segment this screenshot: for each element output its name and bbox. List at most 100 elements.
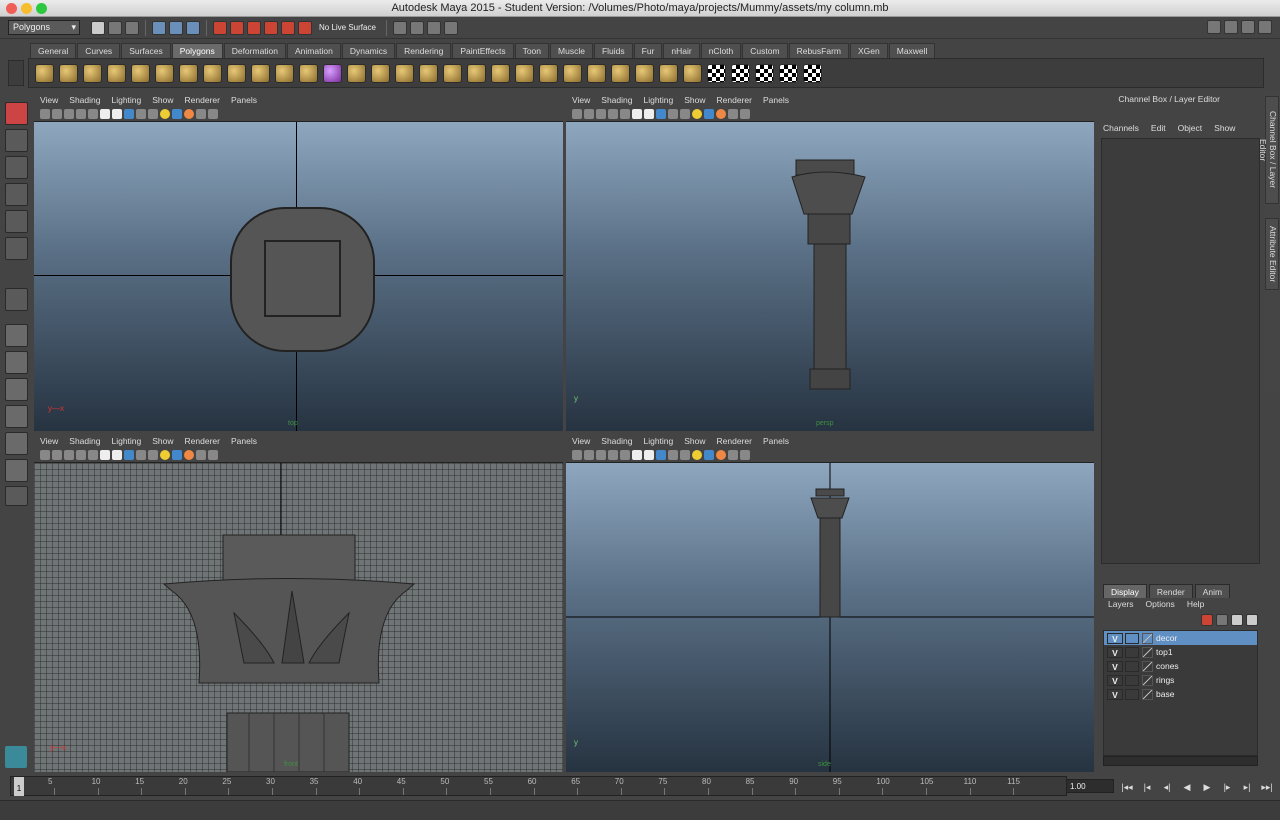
menu-panels[interactable]: Panels: [231, 94, 257, 106]
layer-row[interactable]: Vcones: [1104, 659, 1257, 673]
insert-edge-loop-icon[interactable]: [467, 63, 486, 83]
close-window-button[interactable]: [6, 3, 17, 14]
menu-renderer[interactable]: Renderer: [717, 94, 752, 106]
layer-row[interactable]: Vbase: [1104, 687, 1257, 701]
render-frame-icon[interactable]: [392, 20, 407, 35]
wedge-face-icon[interactable]: [611, 63, 630, 83]
layer-color-swatch[interactable]: [1142, 632, 1153, 644]
image-plane-icon[interactable]: [76, 449, 86, 460]
menu-panels[interactable]: Panels: [763, 435, 789, 447]
tab-attribute-editor[interactable]: Attribute Editor: [1265, 218, 1279, 290]
menu-help[interactable]: Help: [1187, 599, 1204, 609]
hypershade-icon[interactable]: [443, 20, 458, 35]
offset-edge-loop-icon[interactable]: [491, 63, 510, 83]
isolate-select-icon[interactable]: [196, 449, 206, 460]
new-empty-layer-icon[interactable]: [1231, 614, 1243, 626]
menu-set-selector[interactable]: Polygons ▾: [8, 20, 80, 35]
image-plane-icon[interactable]: [608, 449, 618, 460]
layer-row[interactable]: Vdecor: [1104, 631, 1257, 645]
smooth-proxy-icon[interactable]: [323, 63, 342, 83]
xray-icon[interactable]: [208, 449, 218, 460]
layer-visibility-toggle[interactable]: V: [1107, 674, 1123, 686]
poke-face-icon[interactable]: [587, 63, 606, 83]
viewport-front[interactable]: View Shading Lighting Show Renderer Pane…: [34, 435, 563, 772]
image-plane-icon[interactable]: [608, 108, 618, 119]
shelf-tab-animation[interactable]: Animation: [287, 43, 341, 58]
zoom-window-button[interactable]: [36, 3, 47, 14]
menu-lighting[interactable]: Lighting: [111, 94, 141, 106]
column-capital-model[interactable]: [34, 463, 563, 772]
motion-blur-icon[interactable]: [716, 108, 726, 119]
tab-display[interactable]: Display: [1103, 584, 1147, 598]
extract-icon[interactable]: [299, 63, 318, 83]
camera-select-icon[interactable]: [572, 449, 582, 460]
shelf-tab-fluids[interactable]: Fluids: [593, 43, 633, 58]
bevel-icon[interactable]: [515, 63, 534, 83]
viewport-canvas[interactable]: y—x top: [34, 122, 563, 431]
layer-color-swatch[interactable]: [1142, 688, 1153, 700]
shelf-tab-ncloth[interactable]: nCloth: [700, 43, 742, 58]
use-all-lights-icon[interactable]: [136, 449, 146, 460]
layer-color-swatch[interactable]: [1142, 646, 1153, 658]
outliner-layout-icon[interactable]: [5, 378, 28, 401]
scale-tool-icon[interactable]: [5, 237, 28, 260]
menu-view[interactable]: View: [40, 435, 58, 447]
menu-shading[interactable]: Shading: [601, 94, 632, 106]
menu-lighting[interactable]: Lighting: [111, 435, 141, 447]
xray-icon[interactable]: [208, 108, 218, 119]
textured-icon[interactable]: [656, 449, 666, 460]
poly-plane-icon[interactable]: [131, 63, 150, 83]
collapse-icon[interactable]: [659, 63, 678, 83]
column-side-model[interactable]: [566, 463, 1094, 772]
separate-icon[interactable]: [275, 63, 294, 83]
poly-cube-icon[interactable]: [59, 63, 78, 83]
smooth-shade-icon[interactable]: [112, 108, 122, 119]
target-weld-icon[interactable]: [563, 63, 582, 83]
layer-playback-toggle[interactable]: [1125, 632, 1139, 644]
menu-shading[interactable]: Shading: [69, 94, 100, 106]
autodesk-logo-icon[interactable]: [5, 746, 27, 768]
viewport-top[interactable]: View Shading Lighting Show Renderer Pane…: [34, 94, 563, 431]
planar-mapping-icon[interactable]: [707, 63, 726, 83]
move-layer-up-icon[interactable]: [1201, 614, 1213, 626]
xray-icon[interactable]: [740, 108, 750, 119]
shelf-tab-xgen[interactable]: XGen: [849, 43, 888, 58]
camera-attributes-icon[interactable]: [52, 449, 62, 460]
show-attribute-editor-icon[interactable]: [1224, 20, 1238, 34]
viewport-side[interactable]: View Shading Lighting Show Renderer Pane…: [566, 435, 1094, 772]
shelf-tab-polygons[interactable]: Polygons: [171, 43, 223, 58]
menu-show[interactable]: Show: [684, 435, 705, 447]
range-slider-bar[interactable]: [0, 800, 1280, 820]
snap-grid-icon[interactable]: [213, 20, 227, 35]
wireframe-icon[interactable]: [632, 108, 642, 119]
show-channel-box-icon[interactable]: [1258, 20, 1272, 34]
four-view-layout-icon[interactable]: [5, 351, 28, 374]
ambient-occlusion-icon[interactable]: [704, 108, 714, 119]
viewport-canvas[interactable]: y—x front: [34, 463, 563, 772]
shelf-tab-dynamics[interactable]: Dynamics: [341, 43, 396, 58]
shelf-tab-rendering[interactable]: Rendering: [396, 43, 452, 58]
menu-view[interactable]: View: [572, 94, 590, 106]
shelf-tab-fur[interactable]: Fur: [633, 43, 663, 58]
menu-channels[interactable]: Channels: [1103, 123, 1139, 133]
step-forward-key-icon[interactable]: ▸|: [1240, 781, 1254, 793]
tab-anim[interactable]: Anim: [1194, 584, 1231, 598]
camera-select-icon[interactable]: [572, 108, 582, 119]
uv-editor-icon[interactable]: [803, 63, 822, 83]
append-polygon-icon[interactable]: [395, 63, 414, 83]
paint-select-tool-icon[interactable]: [5, 156, 28, 179]
play-forward-icon[interactable]: ▶: [1200, 781, 1214, 793]
shelf-tab-surfaces[interactable]: Surfaces: [121, 43, 171, 58]
camera-attributes-icon[interactable]: [584, 108, 594, 119]
layer-visibility-toggle[interactable]: V: [1107, 688, 1123, 700]
shadows-icon[interactable]: [148, 449, 158, 460]
use-all-lights-icon[interactable]: [136, 108, 146, 119]
camera-select-icon[interactable]: [40, 449, 50, 460]
combine-icon[interactable]: [251, 63, 270, 83]
motion-blur-icon[interactable]: [716, 449, 726, 460]
layer-visibility-toggle[interactable]: V: [1107, 632, 1123, 644]
grid-toggle-icon[interactable]: [620, 108, 630, 119]
smooth-shade-icon[interactable]: [112, 449, 122, 460]
bookmark-icon[interactable]: [64, 449, 74, 460]
show-tool-settings-icon[interactable]: [1241, 20, 1255, 34]
